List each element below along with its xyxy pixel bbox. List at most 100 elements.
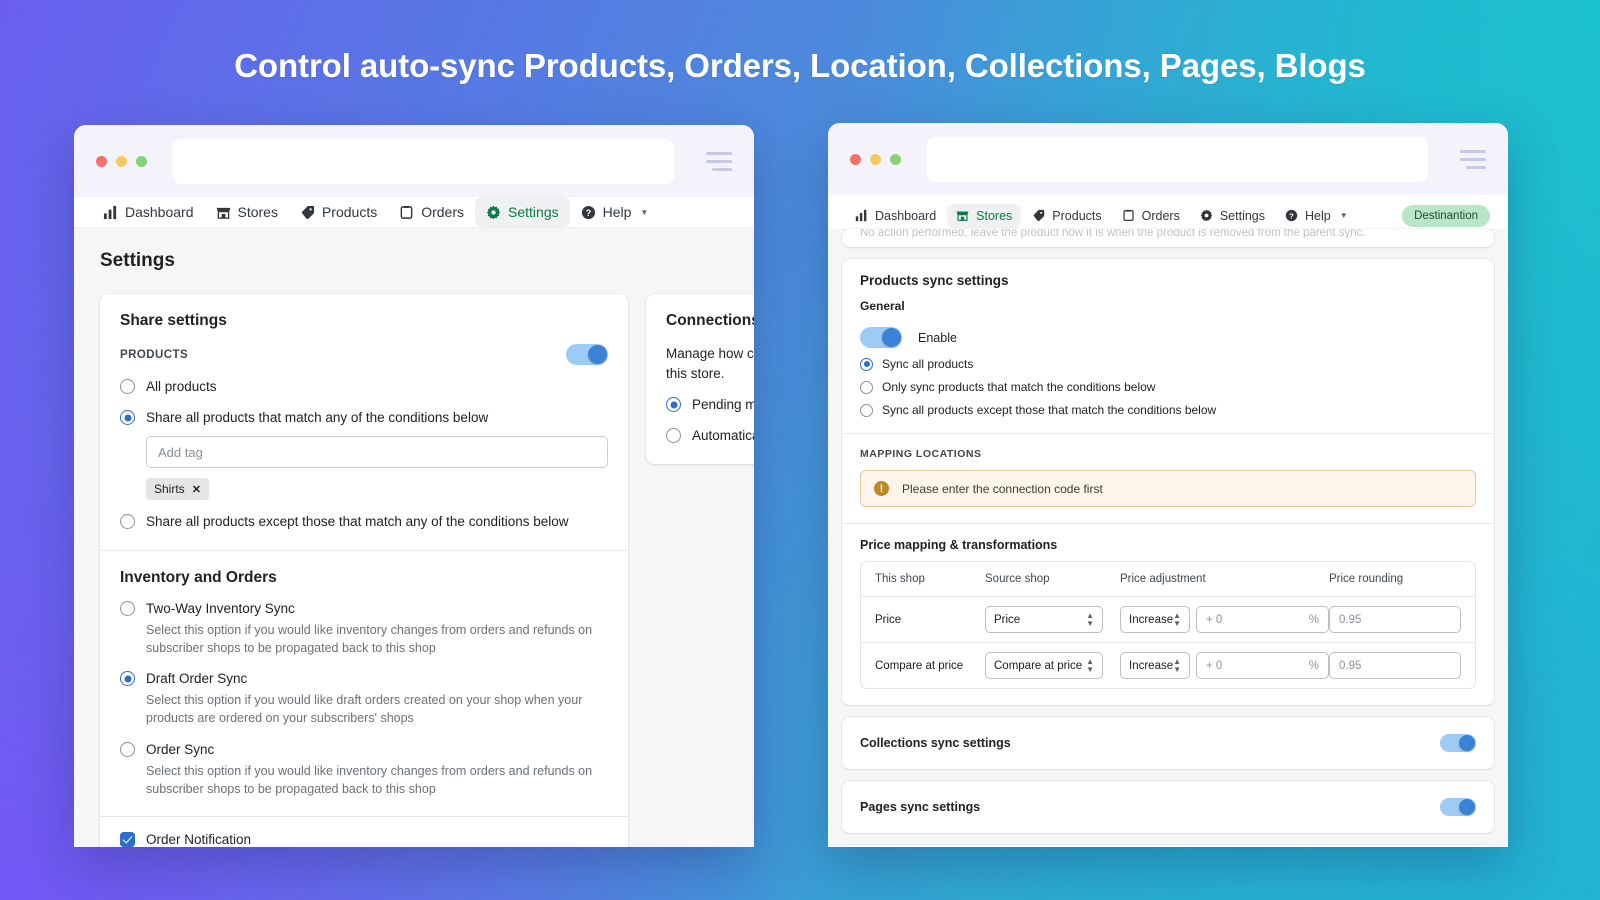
input-value: + 0: [1206, 613, 1223, 626]
hamburger-menu-icon[interactable]: [1460, 149, 1486, 169]
nav-item-settings[interactable]: Settings: [475, 197, 570, 227]
nav-item-products[interactable]: Products: [289, 197, 388, 227]
select-value: Compare at price: [994, 659, 1083, 672]
products-sync-enable-toggle[interactable]: [860, 327, 902, 348]
option-sync-all-except[interactable]: Sync all products except those that matc…: [860, 403, 1476, 417]
nav-item-stores[interactable]: Stores: [947, 203, 1022, 228]
nav-item-help[interactable]: ? Help ▼: [1276, 204, 1357, 228]
option-order-sync[interactable]: Order Sync: [120, 741, 608, 759]
tag-icon: [1032, 209, 1045, 222]
adjust-value-input[interactable]: + 0 %: [1196, 652, 1329, 679]
blogs-sync-row[interactable]: Blogs sync settings: [842, 845, 1494, 847]
source-shop-select[interactable]: Compare at price ▲ ▼: [985, 652, 1103, 679]
nav-item-stores[interactable]: Stores: [205, 197, 289, 227]
nav-item-dashboard[interactable]: Dashboard: [92, 197, 205, 227]
nav-item-products[interactable]: Products: [1023, 204, 1110, 228]
orders-icon: [399, 205, 414, 220]
nav-item-settings[interactable]: Settings: [1191, 204, 1274, 228]
radio-icon: [666, 397, 681, 413]
maximize-window-dot[interactable]: [136, 155, 147, 167]
nav-item-orders[interactable]: Orders: [388, 197, 475, 227]
price-rounding-input[interactable]: 0.95: [1329, 652, 1461, 679]
adjust-value-input[interactable]: + 0 %: [1196, 606, 1329, 633]
adjust-mode-select[interactable]: Increase ▲ ▼: [1120, 652, 1190, 679]
nav-label: Products: [1052, 208, 1102, 223]
clipped-help-text: No action performed, leave the product h…: [860, 229, 1366, 238]
select-value: Increase: [1129, 659, 1174, 672]
settings-main-column: Share settings PRODUCTS All products Sha…: [100, 294, 628, 847]
inventory-orders-title: Inventory and Orders: [120, 568, 277, 586]
pages-sync-toggle[interactable]: [1440, 798, 1476, 816]
radio-icon: [666, 428, 681, 444]
collections-sync-toggle[interactable]: [1440, 734, 1476, 752]
radio-icon: [120, 379, 135, 394]
products-section-label: PRODUCTS: [120, 348, 189, 361]
nav-item-orders[interactable]: Orders: [1113, 204, 1189, 228]
tag-chip-shirts[interactable]: Shirts ✕: [146, 478, 209, 501]
add-tag-input[interactable]: Add tag: [146, 436, 608, 469]
collections-sync-row[interactable]: Collections sync settings: [842, 717, 1494, 769]
tag-icon: [300, 205, 315, 220]
share-option-all-products[interactable]: All products: [120, 378, 608, 396]
minimize-window-dot[interactable]: [116, 155, 127, 167]
remove-tag-icon[interactable]: ✕: [192, 483, 201, 496]
price-rounding-input[interactable]: 0.95: [1329, 606, 1461, 633]
address-bar[interactable]: [927, 136, 1428, 182]
enable-toggle-row: Enable: [860, 327, 1476, 348]
close-window-dot[interactable]: [96, 155, 107, 167]
cell-price-adjustment: Increase ▲ ▼ + 0 %: [1120, 606, 1329, 633]
maximize-window-dot[interactable]: [890, 153, 901, 165]
window-controls: [850, 153, 901, 165]
collections-sync-settings-card[interactable]: Collections sync settings: [842, 717, 1494, 769]
connections-option-auto-approve[interactable]: Automatically approve: [666, 427, 754, 445]
page-body-right: No action performed, leave the product h…: [828, 229, 1508, 847]
radio-icon: [120, 410, 135, 426]
pages-sync-settings-card[interactable]: Pages sync settings: [842, 781, 1494, 833]
share-option-except-conditions[interactable]: Share all products except those that mat…: [120, 513, 608, 531]
mapping-locations-label: MAPPING LOCATIONS: [860, 448, 982, 460]
nav-item-help[interactable]: ? Help ▼: [570, 197, 660, 227]
option-label: Share all products that match any of the…: [146, 410, 489, 426]
select-value: Price: [994, 613, 1021, 626]
option-sync-all-products[interactable]: Sync all products: [860, 357, 1476, 371]
connections-section: Connections Manage how connections are c…: [646, 294, 754, 464]
blogs-sync-settings-card[interactable]: Blogs sync settings: [842, 845, 1494, 847]
browser-window-right: Dashboard Stores Products Orders Setting…: [828, 123, 1508, 847]
svg-text:?: ?: [1289, 211, 1294, 220]
option-draft-order-sync[interactable]: Draft Order Sync: [120, 670, 608, 688]
tag-chip-label: Shirts: [154, 482, 185, 497]
general-label: General: [860, 299, 905, 313]
share-option-match-conditions[interactable]: Share all products that match any of the…: [120, 409, 608, 427]
order-notification-label: Order Notification: [146, 832, 252, 847]
option-label: Sync all products except those that matc…: [882, 403, 1217, 417]
source-shop-select[interactable]: Price ▲ ▼: [985, 606, 1103, 633]
page-body-left: Settings Share settings PRODUCTS All pro…: [74, 228, 754, 847]
orders-icon: [1122, 209, 1135, 222]
hamburger-menu-icon[interactable]: [706, 151, 732, 171]
cell-this-shop: Compare at price: [875, 659, 964, 672]
close-window-dot[interactable]: [850, 153, 861, 165]
scrollbar[interactable]: [1498, 229, 1506, 847]
radio-icon: [860, 403, 873, 417]
cell-this-shop: Price: [875, 613, 902, 626]
window-controls: [96, 155, 147, 167]
warning-icon: !: [874, 481, 889, 496]
adjust-mode-select[interactable]: Increase ▲ ▼: [1120, 606, 1190, 633]
order-notification-checkbox-row[interactable]: Order Notification: [120, 831, 608, 847]
chevron-down-icon: ▼: [640, 207, 649, 217]
pages-sync-row[interactable]: Pages sync settings: [842, 781, 1494, 833]
minimize-window-dot[interactable]: [870, 153, 881, 165]
option-label: Only sync products that match the condit…: [882, 380, 1156, 394]
option-only-sync-matching[interactable]: Only sync products that match the condit…: [860, 380, 1476, 394]
option-label: Order Sync: [146, 741, 215, 757]
option-two-way-inventory-sync[interactable]: Two-Way Inventory Sync: [120, 600, 608, 618]
nav-item-dashboard[interactable]: Dashboard: [846, 204, 945, 228]
address-bar[interactable]: [173, 138, 674, 184]
table-header-row: This shop Source shop Price adjustment P…: [861, 562, 1475, 596]
bar-chart-icon: [855, 209, 868, 222]
cell-price-rounding: 0.95: [1329, 652, 1461, 679]
nav-label: Help: [1305, 208, 1331, 223]
products-share-toggle[interactable]: [566, 344, 608, 365]
option-label: All products: [146, 379, 217, 394]
connections-option-pending-mode[interactable]: Pending mode: [666, 396, 754, 414]
